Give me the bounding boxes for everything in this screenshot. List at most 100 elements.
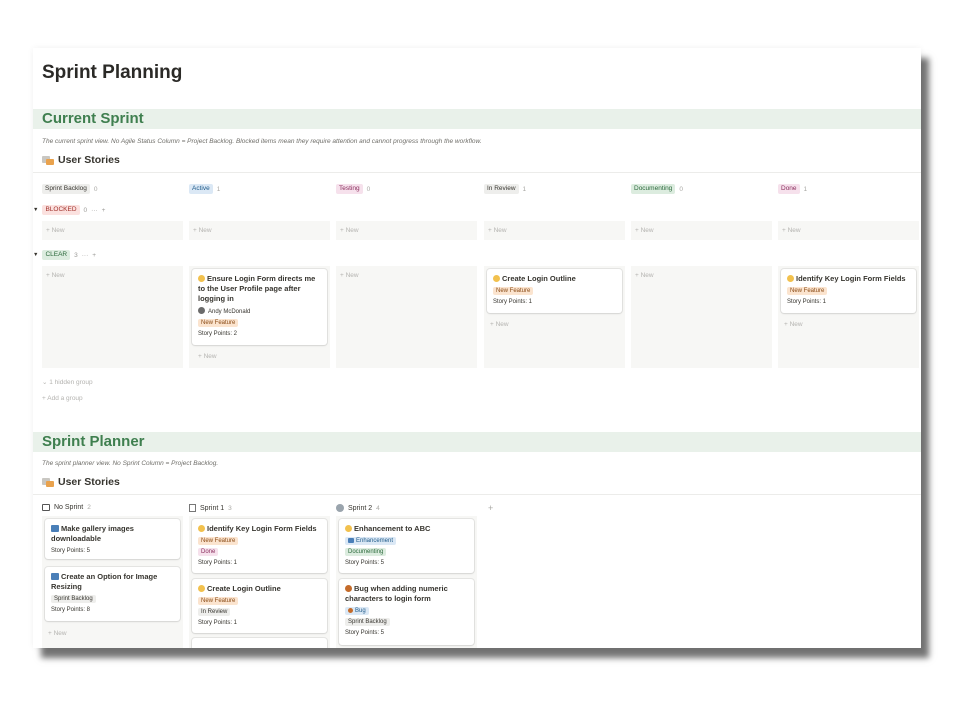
smiley-icon (493, 275, 500, 282)
tag-text: Bug (355, 608, 366, 614)
column-header-documenting[interactable]: Documenting 0 (631, 184, 683, 194)
status-tag: Done (198, 548, 219, 556)
add-icon[interactable]: + (92, 252, 96, 259)
smiley-icon (198, 275, 205, 282)
tag-new-feature: New Feature (198, 597, 239, 605)
new-button[interactable]: + New (46, 272, 65, 279)
new-button[interactable]: + New (490, 321, 509, 328)
card-assignee: Andy McDonald (198, 307, 321, 316)
tag-new-feature: New Feature (493, 287, 534, 295)
column-header-sprint-2[interactable]: Sprint 2 4 (336, 504, 380, 512)
smiley-icon (198, 585, 205, 592)
column-count: 3 (228, 504, 232, 512)
current-sprint-db-title[interactable]: User Stories (42, 154, 120, 166)
hidden-groups-toggle[interactable]: ⌄ 1 hidden group (42, 378, 93, 386)
new-button[interactable]: + New (340, 272, 359, 279)
new-button[interactable]: + New (198, 353, 217, 360)
card-title: Identify Key Login Form Fields (787, 274, 910, 284)
group-count: 0 (83, 206, 88, 214)
card-title-text: Create an Option for Image Resizing (51, 572, 158, 591)
smiley-icon (787, 275, 794, 282)
story-card[interactable]: Identify Key Login Form Fields New Featu… (781, 269, 916, 313)
column-header-sprint-backlog[interactable]: Sprint Backlog 0 (42, 184, 98, 194)
new-button[interactable]: + New (488, 227, 507, 234)
add-group-button[interactable]: + Add a group (42, 395, 83, 402)
notion-page: Sprint Planning Current Sprint The curre… (33, 48, 921, 648)
new-button[interactable]: + New (46, 227, 65, 234)
clear-cell-in-review: Create Login Outline New Feature Story P… (484, 266, 625, 368)
clear-cell-sprint-backlog: + New (42, 266, 183, 368)
column-header-no-sprint[interactable]: No Sprint 2 (42, 504, 91, 511)
collapse-triangle-icon[interactable]: ▼ (33, 207, 38, 213)
clear-cell-documenting: + New (631, 266, 772, 368)
story-card[interactable]: Ensure Login Form directs me to the User… (192, 269, 327, 345)
card-title-text: Identify Key Login Form Fields (207, 524, 317, 533)
document-icon (189, 504, 196, 512)
story-card[interactable]: Bug when adding numeric characters to lo… (339, 579, 474, 645)
column-count: 1 (522, 185, 527, 193)
column-label: In Review (484, 184, 519, 194)
sprint-planner-db-title[interactable]: User Stories (42, 476, 120, 488)
card-title: Make gallery images downloadable (51, 524, 174, 544)
column-header-testing[interactable]: Testing 0 (336, 184, 370, 194)
planner-column-sprint-2: Enhancement to ABC Enhancement Documenti… (336, 516, 477, 648)
smiley-icon (198, 525, 205, 532)
story-card[interactable]: Create Login Outline New Feature Story P… (487, 269, 622, 313)
current-sprint-band (33, 109, 921, 129)
bug-icon (345, 585, 352, 592)
add-column-button[interactable]: + (488, 503, 493, 513)
assignee-name: Andy McDonald (208, 309, 251, 315)
divider (33, 494, 921, 495)
story-card[interactable]: Create an Option for Image Resizing Spri… (45, 567, 180, 621)
sprint-planner-description: The sprint planner view. No Sprint Colum… (42, 460, 219, 467)
group-clear[interactable]: ▼ CLEAR 3 ··· + (33, 250, 96, 260)
status-tag: In Review (198, 608, 231, 616)
story-points: Story Points: 1 (493, 299, 533, 305)
more-options-icon[interactable]: ··· (91, 207, 98, 214)
database-icon (42, 477, 54, 487)
card-title: Create an Option for Image Resizing (51, 572, 174, 592)
column-label: Sprint Backlog (42, 184, 90, 194)
planner-column-sprint-1: Identify Key Login Form Fields New Featu… (189, 516, 330, 648)
story-points: Story Points: 5 (51, 548, 91, 554)
column-header-in-review[interactable]: In Review 1 (484, 184, 526, 194)
blocked-cell-in-review: + New (484, 221, 625, 240)
collapse-triangle-icon[interactable]: ▼ (33, 252, 38, 258)
column-header-active[interactable]: Active 1 (189, 184, 220, 194)
column-header-sprint-1[interactable]: Sprint 1 3 (189, 504, 232, 512)
column-label: Sprint 2 (348, 504, 373, 512)
current-sprint-description: The current sprint view. No Agile Status… (42, 138, 482, 145)
column-count: 2 (87, 504, 91, 511)
enhancement-icon (348, 538, 354, 543)
card-title: Create Login Outline (493, 274, 616, 284)
new-button[interactable]: + New (635, 272, 654, 279)
sprint-planner-title: Sprint Planner (42, 433, 145, 450)
new-button[interactable]: + New (48, 630, 67, 637)
new-button[interactable]: + New (193, 227, 212, 234)
column-label: Done (778, 184, 800, 194)
column-count: 1 (216, 185, 221, 193)
card-title: Bug when adding numeric characters to lo… (345, 584, 468, 604)
status-tag: Documenting (345, 548, 387, 556)
blocked-cell-done: + New (778, 221, 919, 240)
story-card[interactable]: Enhancement to ABC Enhancement Documenti… (339, 519, 474, 573)
story-card[interactable]: Identify Key Login Form Fields New Featu… (192, 519, 327, 573)
column-header-done[interactable]: Done 1 (778, 184, 807, 194)
group-blocked[interactable]: ▼ BLOCKED 0 ··· + (33, 205, 105, 215)
story-points: Story Points: 5 (345, 560, 385, 566)
new-button[interactable]: + New (635, 227, 654, 234)
column-count: 0 (679, 185, 683, 193)
smiley-icon (345, 525, 352, 532)
new-button[interactable]: + New (784, 321, 803, 328)
status-tag: Sprint Backlog (345, 618, 390, 626)
story-card-partial[interactable] (192, 638, 327, 648)
story-card[interactable]: Make gallery images downloadable Story P… (45, 519, 180, 559)
column-count: 1 (803, 185, 808, 193)
more-options-icon[interactable]: ··· (82, 252, 89, 259)
add-icon[interactable]: + (102, 207, 106, 214)
new-button[interactable]: + New (782, 227, 801, 234)
column-count: 0 (93, 185, 98, 193)
status-tag: Sprint Backlog (51, 595, 96, 603)
new-button[interactable]: + New (340, 227, 359, 234)
story-card[interactable]: Create Login Outline New Feature In Revi… (192, 579, 327, 633)
